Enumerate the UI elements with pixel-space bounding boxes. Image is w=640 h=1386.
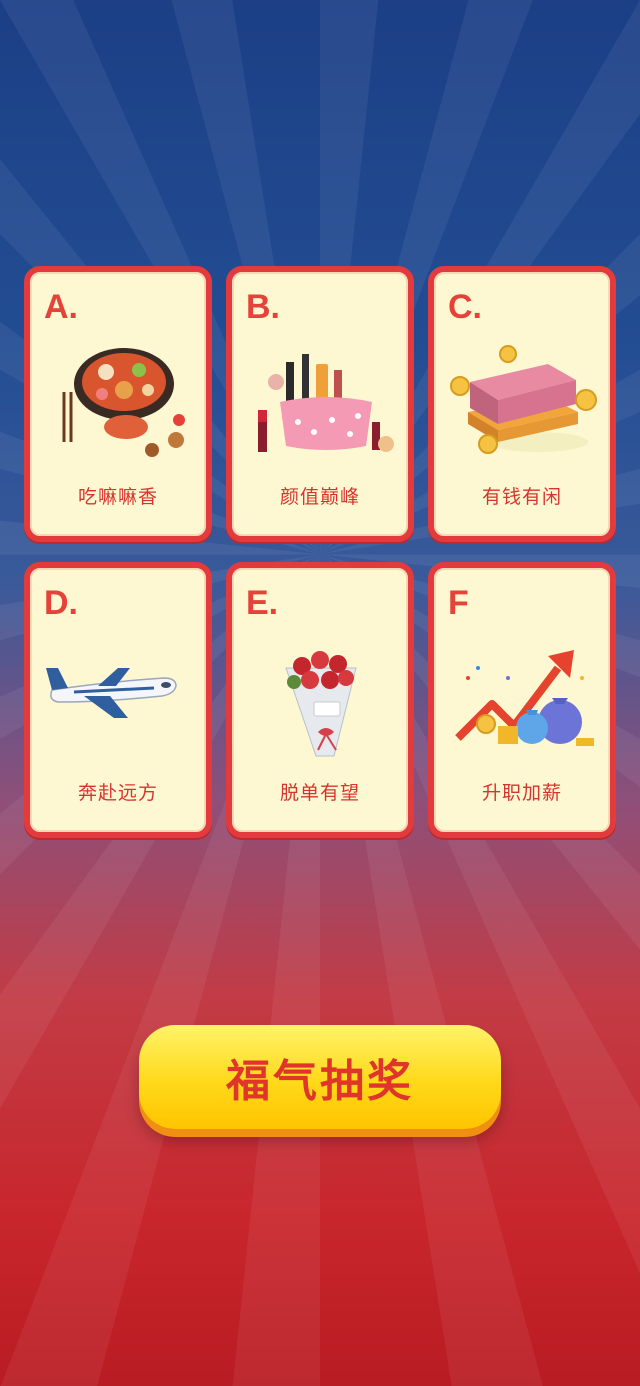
option-label: 有钱有闲 [481,486,562,508]
option-card-f[interactable]: F 升职加薪 [428,562,616,838]
option-letter: C. [448,288,482,326]
option-letter: B. [246,288,280,326]
cosmetics-icon [258,354,394,452]
option-letter: D. [44,584,78,622]
option-card-d[interactable]: D. 奔赴远方 [24,562,212,838]
option-letter: E. [246,584,279,622]
hotpot-icon [62,348,185,457]
option-card-c[interactable]: C. 有钱有闲 [428,266,616,542]
option-grid: A. 吃嘛嘛香 B. 颜值巅峰 C. 有钱有闲 D. 奔赴远方 E. 脱单有望 … [24,266,616,838]
lucky-draw-label: 福气抽奖 [226,1056,414,1107]
option-card-b[interactable]: B. 颜值巅峰 [226,266,414,542]
option-label: 脱单有望 [279,782,360,804]
option-letter: A. [44,288,78,326]
option-label: 升职加薪 [481,782,562,804]
option-card-e[interactable]: E. 脱单有望 [226,562,414,838]
option-label: 吃嘛嘛香 [77,486,158,508]
option-label: 颜值巅峰 [279,486,360,508]
money-stack-icon [450,345,597,454]
money-bags-icon [455,650,594,746]
lucky-draw-button[interactable]: 福气抽奖 [139,1025,501,1129]
option-letter: F [448,584,469,622]
rose-bouquet-icon [285,651,357,757]
airplane-icon [46,668,177,718]
option-label: 奔赴远方 [77,782,158,804]
option-card-a[interactable]: A. 吃嘛嘛香 [24,266,212,542]
